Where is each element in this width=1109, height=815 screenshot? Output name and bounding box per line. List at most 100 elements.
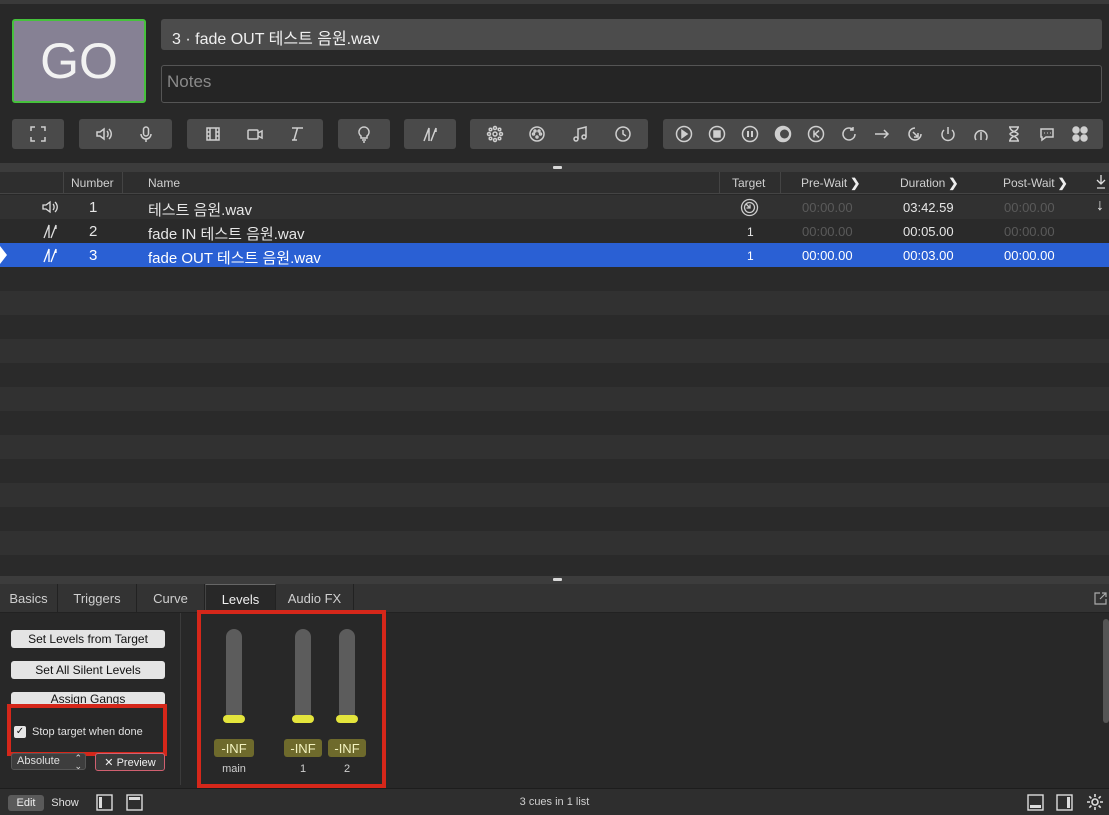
row-stripe [0, 531, 1109, 555]
light-bulb-icon[interactable] [350, 119, 378, 149]
pre-wait: 00:00.00 [802, 248, 853, 263]
splitter-grip[interactable] [553, 166, 562, 169]
devamp-icon[interactable] [835, 119, 863, 149]
column-duration[interactable]: Duration ❯ [900, 176, 958, 190]
tab-curve[interactable]: Curve [137, 584, 205, 613]
network-icon[interactable] [481, 119, 509, 149]
tab-audio-fx[interactable]: Audio FX [276, 584, 354, 613]
audio-icon[interactable] [90, 119, 118, 149]
column-separator[interactable] [63, 172, 64, 194]
tab-levels[interactable]: Levels [205, 584, 276, 613]
inspector-scrollbar[interactable] [1103, 619, 1109, 723]
arm-icon[interactable] [934, 119, 962, 149]
disarm-icon[interactable] [967, 119, 995, 149]
post-wait: 00:00.00 [1004, 248, 1055, 263]
continue-mode-icon[interactable] [1095, 174, 1107, 193]
playhead-indicator-icon [0, 246, 8, 268]
music-note-icon[interactable] [566, 119, 594, 149]
tab-basics[interactable]: Basics [0, 584, 58, 613]
cue-row[interactable]: 2 fade IN 테스트 음원.wav 1 00:00.00 00:05.00… [0, 219, 1109, 243]
chevron-right-icon: ❯ [850, 176, 861, 190]
cue-row[interactable]: 1 테스트 음원.wav 00:00.00 03:42.59 00:00.00 … [0, 195, 1109, 219]
column-pre-wait[interactable]: Pre-Wait ❯ [801, 176, 860, 190]
row-stripe [0, 555, 1109, 576]
row-stripe [0, 483, 1109, 507]
pause-icon[interactable] [736, 119, 764, 149]
camera-icon[interactable] [241, 119, 269, 149]
fade-icon[interactable] [416, 119, 444, 149]
qlab-workspace-window: GO 3 · fade OUT 테스트 음원.wav Notes Number … [0, 0, 1109, 815]
post-wait: 00:00.00 [1004, 224, 1055, 239]
pre-wait: 00:00.00 [802, 224, 853, 239]
post-wait-label: Post-Wait [1003, 176, 1055, 190]
row-stripe [0, 387, 1109, 411]
highlight-box [7, 704, 167, 756]
audio-icon [41, 198, 59, 220]
row-stripe [0, 435, 1109, 459]
load-icon[interactable] [769, 119, 797, 149]
preview-button[interactable]: ✕ Preview [95, 753, 165, 771]
set-levels-from-target-button[interactable]: Set Levels from Target [11, 630, 165, 648]
tab-triggers[interactable]: Triggers [58, 584, 137, 613]
stop-icon[interactable] [703, 119, 731, 149]
gear-icon[interactable] [1086, 793, 1104, 814]
window-top-edge [0, 0, 1109, 4]
chevron-right-icon: ❯ [948, 176, 959, 190]
cue-target: 1 [747, 249, 754, 263]
level-mode-value: Absolute [17, 755, 60, 767]
cue-row-selected[interactable]: 3 fade OUT 테스트 음원.wav 1 00:00.00 00:03.0… [0, 243, 1109, 267]
cue-name: fade IN 테스트 음원.wav [148, 226, 305, 243]
duration: 03:42.59 [903, 200, 954, 215]
column-separator[interactable] [780, 172, 781, 194]
video-film-icon[interactable] [199, 119, 227, 149]
column-post-wait[interactable]: Post-Wait ❯ [1003, 176, 1068, 190]
duration: 00:03.00 [903, 248, 954, 263]
list-inspector-splitter[interactable] [0, 576, 1109, 584]
wait-icon[interactable] [1000, 119, 1028, 149]
row-stripe [0, 411, 1109, 435]
midi-icon[interactable] [523, 119, 551, 149]
target-icon [740, 198, 759, 221]
cue-name: fade OUT 테스트 음원.wav [148, 250, 321, 267]
reset-icon[interactable] [802, 119, 830, 149]
fade-icon [41, 222, 59, 244]
column-target[interactable]: Target [732, 176, 765, 190]
post-wait: 00:00.00 [1004, 200, 1055, 215]
goto-icon[interactable] [868, 119, 896, 149]
cue-title-field[interactable]: 3 · fade OUT 테스트 음원.wav [161, 19, 1102, 50]
toggle-inspector-icon[interactable] [1027, 794, 1044, 814]
toggle-sidebar-right-icon[interactable] [1056, 794, 1073, 814]
clock-icon[interactable] [609, 119, 637, 149]
column-name[interactable]: Name [148, 176, 180, 190]
set-all-silent-button[interactable]: Set All Silent Levels [11, 661, 165, 679]
chevron-right-icon: ❯ [1057, 176, 1068, 190]
pre-wait-label: Pre-Wait [801, 176, 848, 190]
popout-icon[interactable] [1094, 592, 1107, 608]
memo-icon[interactable] [1033, 119, 1061, 149]
column-separator[interactable] [122, 172, 123, 194]
cue-list-header: Number Name Target Pre-Wait ❯ Duration ❯ P… [0, 172, 1109, 194]
cue-target: 1 [747, 225, 754, 239]
level-mode-select[interactable]: Absolute ⌃ ⌄ [11, 753, 86, 771]
cue-name: 테스트 음원.wav [148, 202, 253, 219]
group-icon[interactable] [1066, 119, 1094, 149]
fullscreen-icon[interactable] [24, 119, 52, 149]
toolbar-list-splitter[interactable] [0, 163, 1109, 172]
row-stripe [0, 267, 1109, 291]
row-stripe [0, 291, 1109, 315]
mic-icon[interactable] [132, 119, 160, 149]
go-button[interactable]: GO [12, 19, 146, 103]
panel-divider [180, 613, 181, 785]
row-stripe [0, 507, 1109, 531]
splitter-grip[interactable] [553, 578, 562, 581]
text-icon[interactable] [283, 119, 311, 149]
start-icon[interactable] [670, 119, 698, 149]
column-separator[interactable] [719, 172, 720, 194]
levels-inspector: Set Levels from Target Set All Silent Le… [0, 610, 1109, 788]
target-icon[interactable] [901, 119, 929, 149]
notes-field[interactable]: Notes [161, 65, 1102, 103]
cue-number: 2 [89, 223, 98, 240]
column-number[interactable]: Number [71, 176, 114, 190]
row-stripe [0, 459, 1109, 483]
cue-count-status: 3 cues in 1 list [519, 796, 590, 808]
